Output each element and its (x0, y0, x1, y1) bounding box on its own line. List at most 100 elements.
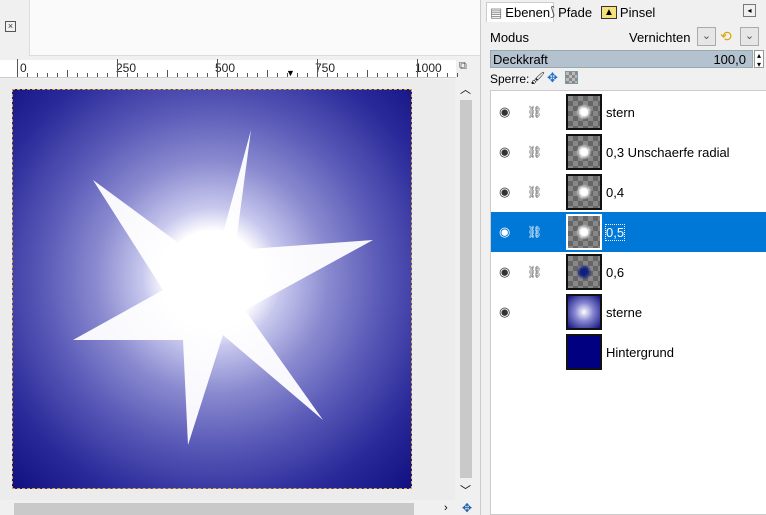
chain-icon[interactable]: ⛓ (527, 145, 542, 159)
layer-thumbnail (566, 294, 602, 330)
navigate-icon[interactable]: ✥ (462, 501, 472, 515)
horizontal-ruler: 0 250 500 750 1000 ▼ (0, 59, 458, 78)
layer-row[interactable]: ◉ ⛓ 0,3 Unschaerfe radial (491, 132, 766, 172)
paths-icon: ⟆ (550, 4, 556, 19)
scroll-right-icon[interactable]: › (444, 502, 448, 514)
ruler-tick (187, 73, 188, 77)
ruler-tick (417, 59, 418, 77)
ruler-tick (397, 73, 398, 77)
ruler-tick (247, 73, 248, 77)
layer-row[interactable]: Hintergrund (491, 332, 766, 372)
ruler-tick (177, 73, 178, 77)
mode-label: Modus (490, 30, 530, 45)
layer-row[interactable]: ◉ ⛓ stern (491, 92, 766, 132)
tab-paths[interactable]: ⟆ Pfade (547, 2, 595, 22)
opacity-spinner[interactable]: ▴ ▾ (754, 50, 764, 69)
mode-value[interactable]: Vernichten (629, 30, 690, 45)
layer-thumbnail (566, 174, 602, 210)
ruler-tick (47, 73, 48, 77)
ruler-tick (437, 73, 438, 77)
ruler-tick (377, 73, 378, 77)
ruler-tick (267, 70, 268, 77)
vertical-scroll-thumb[interactable] (460, 100, 472, 478)
close-icon[interactable]: × (5, 21, 16, 32)
eye-icon[interactable]: ◉ (499, 184, 510, 200)
ruler-tick (27, 73, 28, 77)
ruler-tick (297, 73, 298, 77)
ruler-tick (427, 73, 428, 77)
tab-layers[interactable]: ▤ Ebenen (486, 2, 555, 22)
layer-name[interactable]: Hintergrund (606, 345, 674, 360)
layer-name[interactable]: 0,4 (606, 185, 624, 200)
ruler-tick (217, 59, 218, 77)
lock-alpha-icon[interactable] (565, 71, 578, 84)
ruler-tick (387, 73, 388, 77)
eye-icon[interactable]: ◉ (499, 104, 510, 120)
ruler-tick (67, 70, 68, 77)
ruler-tick (77, 73, 78, 77)
tab-label: Pfade (558, 4, 593, 20)
lock-label: Sperre: (490, 72, 530, 86)
ruler-tick (97, 73, 98, 77)
tab-brushes[interactable]: ▲ Pinsel (598, 2, 658, 22)
layer-thumbnail (566, 254, 602, 290)
layer-row[interactable]: ◉ ⛓ 0,6 (491, 252, 766, 292)
layer-name[interactable]: 0,6 (606, 265, 624, 280)
mode-dropdown-button[interactable]: ⌄ (697, 27, 716, 46)
layer-row[interactable]: ◉ ⛓ 0,4 (491, 172, 766, 212)
layer-name[interactable]: sterne (606, 305, 642, 320)
layer-name[interactable]: 0,3 Unschaerfe radial (606, 145, 730, 160)
ruler-tick (197, 73, 198, 77)
ruler-tick (117, 59, 118, 77)
layer-name[interactable]: stern (606, 105, 635, 120)
lock-pixels-icon[interactable]: 🖌 (530, 71, 545, 85)
layers-list: ◉ ⛓ stern ◉ ⛓ 0,3 Unschaerfe radial ◉ ⛓ 0,4 ◉ ⛓… (490, 90, 766, 515)
ruler-tick (407, 73, 408, 77)
ruler-tick (87, 73, 88, 77)
star-graphic (73, 130, 373, 445)
zoom-navigate-icon[interactable]: ⧉ (459, 60, 467, 73)
ruler-tick (167, 70, 168, 77)
ruler-tick (337, 73, 338, 77)
ruler-tick (137, 73, 138, 77)
chain-icon[interactable]: ⛓ (527, 105, 542, 119)
scroll-up-icon[interactable]: ︿ (460, 81, 471, 97)
eye-icon[interactable]: ◉ (499, 264, 510, 280)
chain-icon[interactable]: ⛓ (527, 185, 542, 199)
ruler-tick (207, 73, 208, 77)
layer-thumbnail (566, 214, 602, 250)
lock-position-icon[interactable]: ✥ (547, 70, 558, 86)
layer-thumbnail (566, 134, 602, 170)
layer-thumbnail (566, 94, 602, 130)
eye-icon[interactable]: ◉ (499, 144, 510, 160)
ruler-tick (237, 73, 238, 77)
chain-icon[interactable]: ⛓ (527, 225, 542, 239)
ruler-tick (107, 73, 108, 77)
ruler-tick (327, 73, 328, 77)
ruler-tick (277, 73, 278, 77)
layer-row-selected[interactable]: ◉ ⛓ 0,5 (491, 212, 766, 252)
horizontal-scroll-thumb[interactable] (14, 503, 414, 515)
layer-row[interactable]: ◉ sterne (491, 292, 766, 332)
tab-label: Ebenen (505, 5, 551, 20)
opacity-slider[interactable]: Deckkraft 100,0 (490, 50, 753, 68)
eye-icon[interactable]: ◉ (499, 224, 510, 240)
layers-dock: ▤ Ebenen ⟆ Pfade ▲ Pinsel ◂ Modus Vernichte… (480, 0, 766, 515)
ruler-tick (227, 73, 228, 77)
opacity-value[interactable]: 100,0 (713, 52, 746, 67)
layer-name[interactable]: 0,5 (604, 223, 626, 241)
dock-menu-icon[interactable]: ◂ (743, 4, 756, 17)
ruler-tick (457, 73, 458, 77)
scroll-down-icon[interactable]: ﹀ (460, 482, 471, 498)
ruler-tick (367, 70, 368, 77)
image-canvas[interactable] (12, 89, 412, 489)
ruler-tick (127, 73, 128, 77)
brush-icon: ▲ (601, 5, 617, 19)
mode-reset-icon[interactable]: ⟲ (720, 28, 732, 45)
chain-icon[interactable]: ⛓ (527, 265, 542, 279)
ruler-label: 500 (215, 61, 236, 75)
eye-icon[interactable]: ◉ (499, 304, 510, 320)
ruler-tick (37, 73, 38, 77)
layers-icon: ▤ (490, 4, 503, 20)
composite-dropdown-button[interactable]: ⌄ (740, 27, 759, 46)
